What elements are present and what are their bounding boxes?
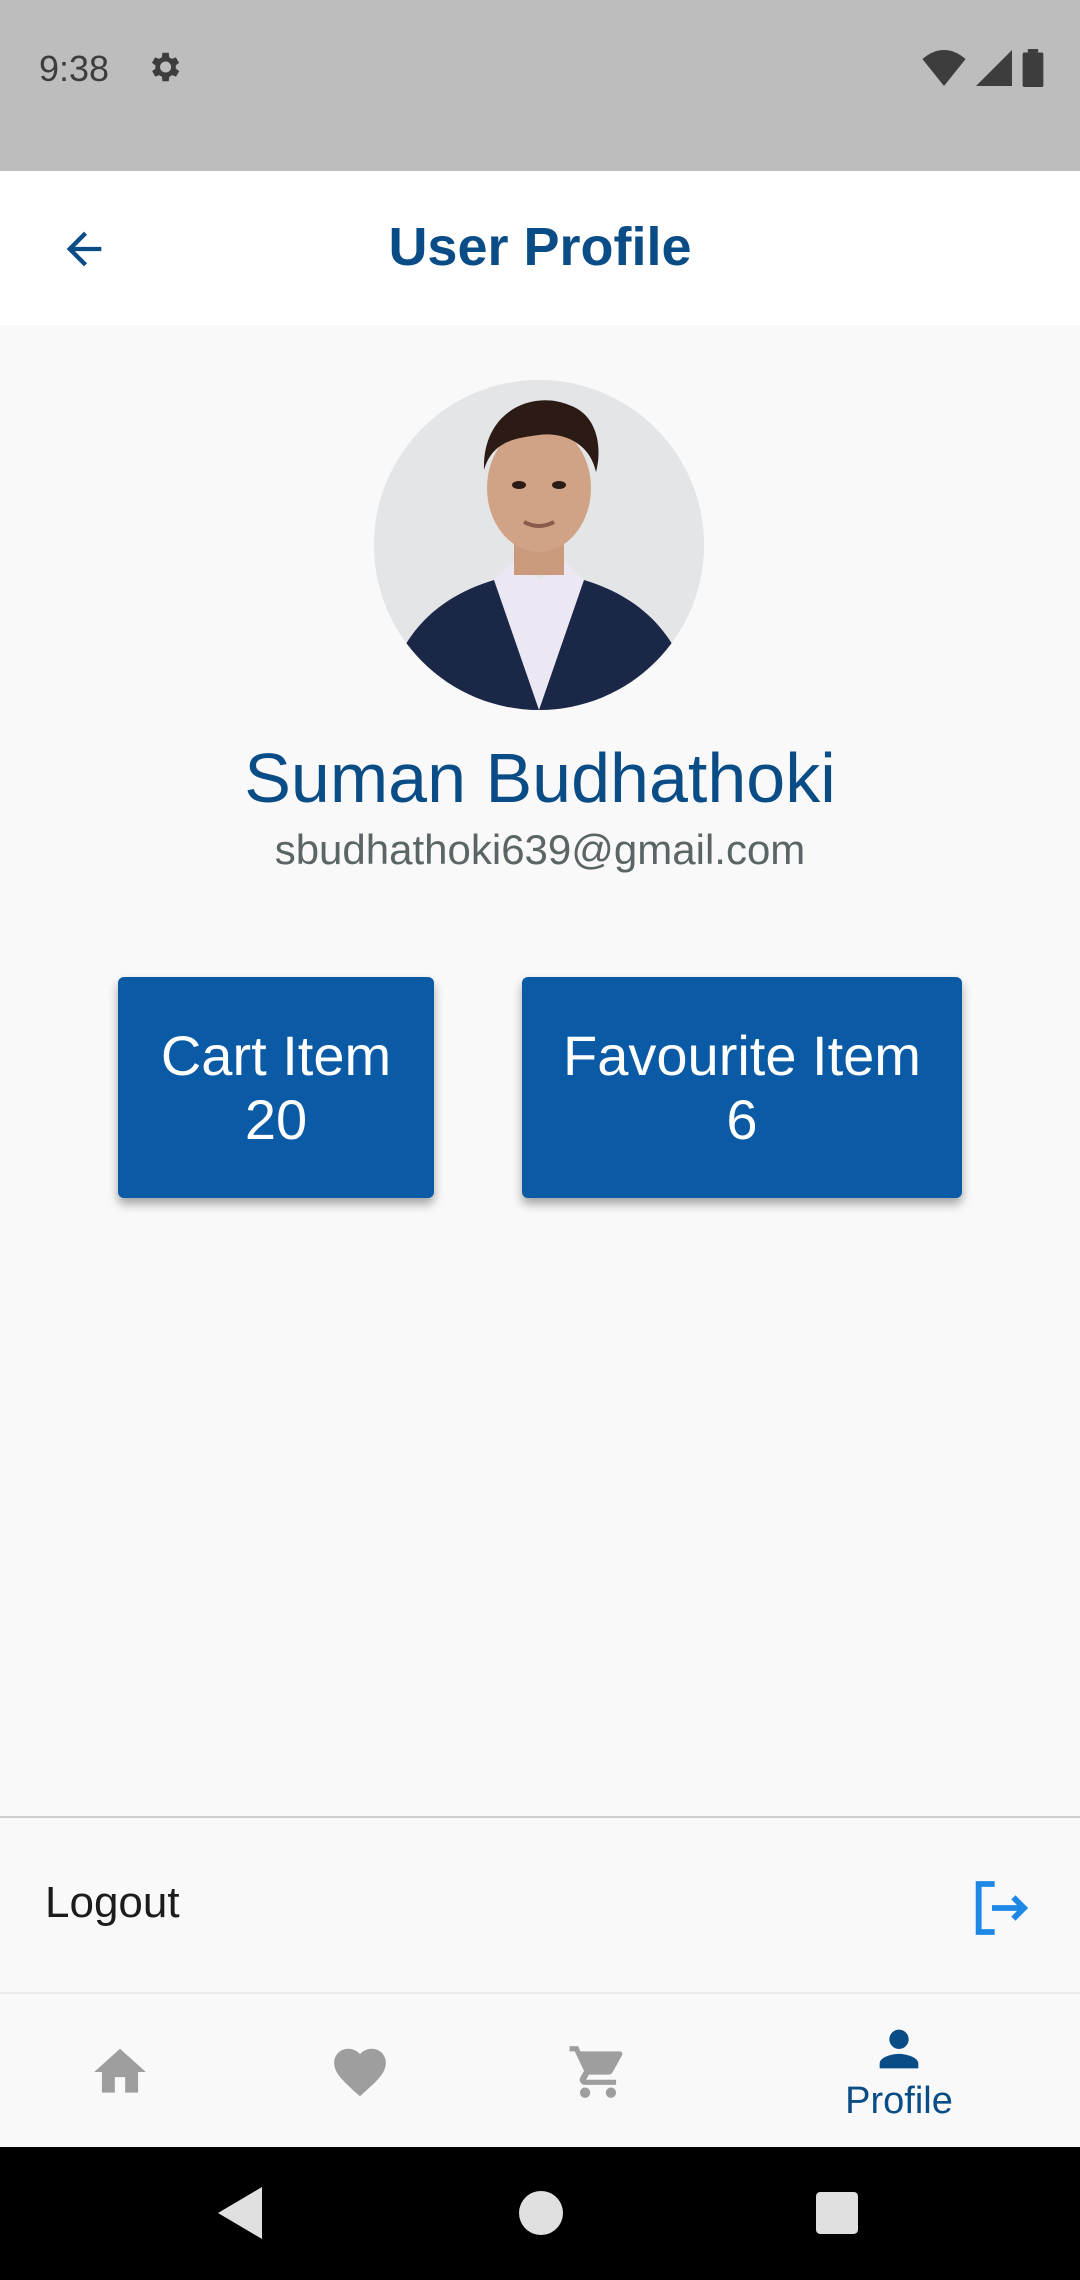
status-icons <box>922 48 1044 88</box>
nav-favourites[interactable] <box>285 1994 435 2149</box>
person-icon <box>879 2029 919 2069</box>
cart-item-card[interactable]: Cart Item 20 <box>118 977 434 1198</box>
system-recents-icon[interactable] <box>816 2192 858 2234</box>
wifi-icon <box>922 50 966 86</box>
logout-row[interactable]: Logout <box>0 1818 1080 1990</box>
system-navigation-bar <box>0 2147 1080 2280</box>
cart-item-count: 20 <box>244 1087 308 1151</box>
home-icon <box>94 2048 146 2093</box>
favourite-item-count: 6 <box>726 1087 758 1151</box>
app-bar: User Profile <box>0 171 1080 325</box>
status-time: 9:38 <box>39 48 110 89</box>
nav-home[interactable] <box>45 1994 195 2149</box>
nav-cart[interactable] <box>523 1994 673 2149</box>
profile-photo <box>374 380 704 710</box>
cellular-signal-icon <box>976 50 1012 86</box>
system-back-icon[interactable] <box>218 2187 262 2239</box>
cart-icon <box>569 2045 623 2098</box>
status-bar: 9:38 <box>0 0 1080 171</box>
avatar <box>374 380 704 710</box>
battery-icon <box>1022 49 1044 87</box>
settings-gear-icon <box>151 52 180 82</box>
logout-icon[interactable] <box>968 1876 1032 1940</box>
user-email: sbudhathoki639@gmail.com <box>274 826 806 873</box>
user-name: Suman Budhathoki <box>244 739 836 817</box>
bottom-navigation: Profile <box>0 1992 1080 2149</box>
heart-icon <box>334 2048 386 2096</box>
page-title: User Profile <box>388 217 692 277</box>
favourite-item-card[interactable]: Favourite Item 6 <box>522 977 962 1198</box>
nav-profile-label: Profile <box>845 2080 953 2122</box>
cart-item-label: Cart Item <box>160 1023 392 1087</box>
system-home-icon[interactable] <box>519 2191 563 2235</box>
logout-label: Logout <box>45 1878 180 1927</box>
favourite-item-label: Favourite Item <box>563 1023 921 1087</box>
nav-profile[interactable]: Profile <box>824 1994 974 2149</box>
